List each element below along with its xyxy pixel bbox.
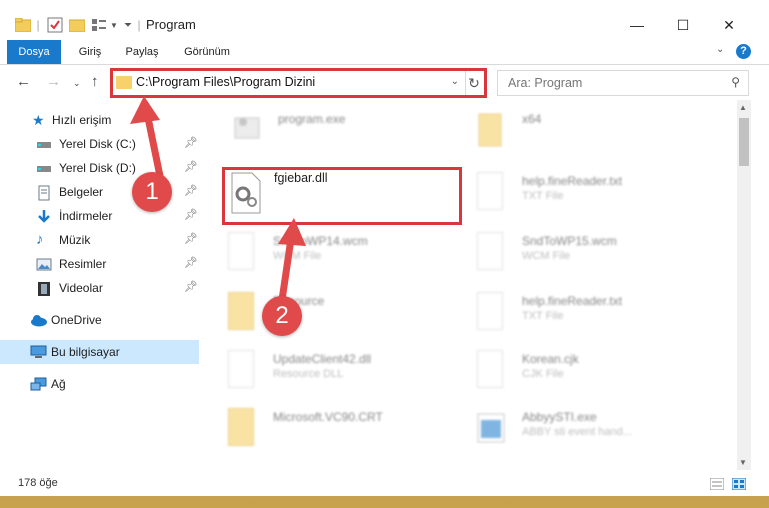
explorer-window: | ▼ ⏷ | Program — ☐ ✕ Dosya Giriş Paylaş… bbox=[0, 0, 769, 496]
annotation-arrows bbox=[130, 96, 306, 304]
step-1-badge: 1 bbox=[132, 172, 172, 212]
step-2-badge: 2 bbox=[262, 296, 302, 336]
